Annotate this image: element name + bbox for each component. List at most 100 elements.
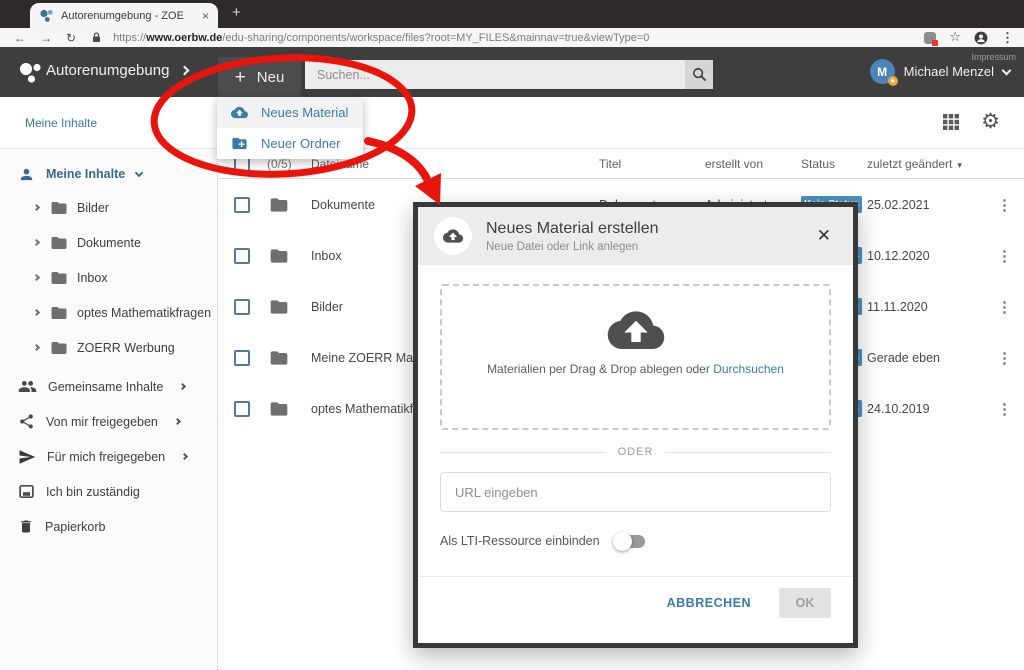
- sidebar-item-ich-bin-zustaendig[interactable]: Ich bin zuständig: [0, 474, 217, 509]
- sidebar-item-fuer-mich-freigegeben[interactable]: Für mich freigegeben: [0, 439, 217, 474]
- col-zuletzt-geaendert[interactable]: zuletzt geändert▾: [867, 157, 985, 171]
- url-text[interactable]: https://www.oerbw.de/edu-sharing/compone…: [113, 32, 924, 44]
- dialog-icon-circle: [434, 217, 472, 255]
- sidebar-folder-optes[interactable]: optes Mathematikfragen: [0, 295, 217, 330]
- row-menu-icon[interactable]: ⋮: [985, 349, 1024, 367]
- browser-tab[interactable]: Autorenumgebung - ZOE ×: [30, 3, 218, 28]
- row-checkbox[interactable]: [234, 299, 250, 315]
- browser-menu-icon[interactable]: ⋮: [1001, 30, 1014, 46]
- row-menu-icon[interactable]: ⋮: [985, 298, 1024, 316]
- chevron-right-icon: [174, 418, 181, 425]
- folder-icon: [269, 348, 289, 368]
- row-menu-icon[interactable]: ⋮: [985, 247, 1024, 265]
- search-bar: [305, 60, 713, 89]
- row-menu-icon[interactable]: ⋮: [985, 196, 1024, 214]
- url-path: /edu-sharing/components/workspace/files?…: [222, 32, 649, 44]
- row-checkbox[interactable]: [234, 350, 250, 366]
- menu-item-neuer-ordner[interactable]: Neuer Ordner: [217, 128, 363, 159]
- oder-divider: ODER: [440, 446, 831, 458]
- browser-tab-strip: Autorenumgebung - ZOE × +: [0, 0, 1024, 28]
- ok-button[interactable]: OK: [779, 588, 831, 618]
- chevron-right-icon[interactable]: [33, 204, 40, 211]
- forward-icon[interactable]: →: [40, 31, 52, 45]
- neu-button[interactable]: + Neu: [218, 57, 301, 97]
- search-button[interactable]: [685, 60, 713, 89]
- app-header: Autorenumgebung Impressum + Neu M ★ Mich…: [0, 47, 1024, 97]
- reload-icon[interactable]: ↻: [66, 31, 76, 45]
- chevron-right-icon[interactable]: [33, 239, 40, 246]
- sidebar-folder-zoerr-werbung[interactable]: ZOERR Werbung: [0, 330, 217, 365]
- back-icon[interactable]: ←: [14, 31, 26, 45]
- sidebar-folder-inbox[interactable]: Inbox: [0, 260, 217, 295]
- chevron-right-icon: [179, 383, 186, 390]
- folder-icon: [50, 339, 68, 357]
- row-checkbox[interactable]: [234, 401, 250, 417]
- lti-row: Als LTI-Ressource einbinden: [440, 534, 831, 548]
- grid-view-icon[interactable]: [943, 114, 959, 130]
- close-icon[interactable]: ✕: [811, 222, 837, 250]
- bookmark-star-icon[interactable]: ☆: [949, 30, 961, 45]
- folder-icon: [50, 199, 68, 217]
- responsible-icon: [18, 483, 35, 500]
- folder-icon: [50, 269, 68, 287]
- col-dateiname[interactable]: Dateiname: [311, 157, 599, 171]
- sidebar-item-von-mir-freigegeben[interactable]: Von mir freigegeben: [0, 404, 217, 439]
- menu-item-neues-material[interactable]: Neues Material: [217, 97, 363, 128]
- settings-gear-icon[interactable]: ⚙: [981, 111, 1000, 132]
- breadcrumb[interactable]: Meine Inhalte: [25, 116, 97, 130]
- row-checkbox[interactable]: [234, 197, 250, 213]
- extension-icon[interactable]: [924, 32, 936, 44]
- chevron-right-icon[interactable]: [33, 274, 40, 281]
- url-input[interactable]: [440, 472, 831, 512]
- dialog-header: Neues Material erstellen Neue Datei oder…: [418, 207, 853, 265]
- tab-title: Autorenumgebung - ZOE: [61, 10, 195, 22]
- tab-close-icon[interactable]: ×: [202, 10, 209, 22]
- dialog-footer: ABBRECHEN OK: [418, 576, 853, 618]
- share-icon: [18, 413, 35, 430]
- row-menu-icon[interactable]: ⋮: [985, 400, 1024, 418]
- avatar-badge-icon: ★: [888, 76, 898, 86]
- folder-plus-icon: [231, 135, 248, 152]
- cloud-upload-icon: [231, 104, 248, 121]
- dropzone-text: Materialien per Drag & Drop ablegen oder…: [487, 362, 784, 376]
- neu-dropdown-menu: Neues Material Neuer Ordner: [217, 97, 363, 159]
- row-checkbox[interactable]: [234, 248, 250, 264]
- col-status[interactable]: Status: [801, 157, 867, 171]
- dialog-subtitle: Neue Datei oder Link anlegen: [486, 241, 811, 253]
- search-input[interactable]: [305, 60, 685, 89]
- cancel-button[interactable]: ABBRECHEN: [667, 596, 751, 610]
- folder-icon: [269, 195, 289, 215]
- chevron-right-icon: [181, 453, 188, 460]
- col-titel[interactable]: Titel: [599, 157, 705, 171]
- new-tab-button[interactable]: +: [232, 4, 241, 21]
- sidebar-item-gemeinsame-inhalte[interactable]: Gemeinsame Inhalte: [0, 369, 217, 404]
- browser-url-bar: ← → ↻ https://www.oerbw.de/edu-sharing/c…: [0, 28, 1024, 47]
- chevron-right-icon[interactable]: [33, 309, 40, 316]
- lti-label: Als LTI-Ressource einbinden: [440, 534, 600, 548]
- edu-sharing-logo: [18, 61, 42, 84]
- search-icon: [692, 67, 707, 82]
- sidebar-folder-bilder[interactable]: Bilder: [0, 190, 217, 225]
- chevron-right-icon[interactable]: [180, 66, 190, 76]
- user-menu[interactable]: M ★ Michael Menzel: [870, 59, 1010, 84]
- avatar: M ★: [870, 59, 895, 84]
- dialog-title: Neues Material erstellen: [486, 220, 811, 238]
- sidebar-item-papierkorb[interactable]: Papierkorb: [0, 509, 217, 544]
- sidebar-folder-dokumente[interactable]: Dokumente: [0, 225, 217, 260]
- col-erstellt-von[interactable]: erstellt von: [705, 157, 801, 171]
- lti-toggle[interactable]: [615, 535, 645, 548]
- sidebar-item-meine-inhalte[interactable]: Meine Inhalte: [0, 158, 217, 190]
- chevron-right-icon[interactable]: [33, 344, 40, 351]
- lock-icon: [92, 32, 101, 43]
- plus-icon: +: [235, 68, 246, 87]
- sort-desc-icon: ▾: [957, 160, 962, 170]
- folder-icon: [50, 304, 68, 322]
- file-dropzone[interactable]: Materialien per Drag & Drop ablegen oder…: [440, 284, 831, 430]
- send-icon: [18, 448, 36, 466]
- url-scheme: https://: [113, 32, 146, 44]
- folder-icon: [269, 297, 289, 317]
- cloud-upload-icon: [443, 226, 463, 246]
- app-title: Autorenumgebung: [46, 62, 188, 79]
- durchsuchen-link[interactable]: Durchsuchen: [713, 362, 784, 376]
- browser-profile-icon[interactable]: [974, 31, 988, 45]
